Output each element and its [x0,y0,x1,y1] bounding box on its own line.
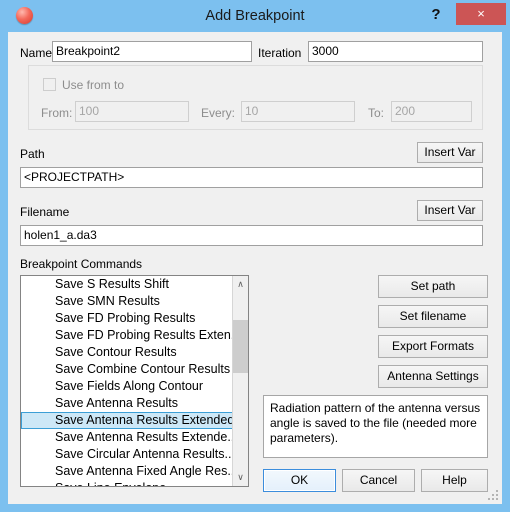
export-formats-button[interactable]: Export Formats [378,335,488,358]
filename-input[interactable]: holen1_a.da3 [20,225,483,246]
scroll-up-icon[interactable]: ∧ [233,276,248,293]
cancel-button[interactable]: Cancel [342,469,415,492]
add-breakpoint-dialog: Add Breakpoint ? × Name Breakpoint2 Iter… [0,0,510,512]
red-sphere-icon [16,7,33,24]
list-item[interactable]: Save Combine Contour Results [21,361,233,378]
title-bar[interactable]: Add Breakpoint ? × [0,0,510,32]
name-input[interactable]: Breakpoint2 [52,41,252,62]
filename-label: Filename [20,205,70,219]
use-from-to-checkbox[interactable] [43,78,56,91]
list-scrollbar[interactable]: ∧ ∨ [232,276,248,486]
scrollbar-thumb[interactable] [233,320,248,373]
from-input[interactable]: 100 [75,101,189,122]
scroll-down-icon[interactable]: ∨ [233,469,248,486]
list-item[interactable]: Save SMN Results [21,293,233,310]
list-item[interactable]: Save Antenna Results Extended [21,412,233,429]
list-item[interactable]: Save Fields Along Contour [21,378,233,395]
list-item[interactable]: Save Contour Results [21,344,233,361]
resize-grip[interactable] [488,490,499,501]
list-item[interactable]: Save Line Envelope [21,480,233,486]
use-from-to-group: Use from to From: 100 Every: 10 To: 200 [28,65,483,130]
list-item[interactable]: Save S Results Shift [21,276,233,293]
list-item[interactable]: Save FD Probing Results Exten... [21,327,233,344]
breakpoint-commands-list[interactable]: Save S Results Shift Save SMN Results Save… [20,275,249,487]
every-input[interactable]: 10 [241,101,355,122]
to-input[interactable]: 200 [391,101,472,122]
help-button[interactable]: Help [421,469,488,492]
filename-insert-var-button[interactable]: Insert Var [417,200,483,221]
iteration-input[interactable]: 3000 [308,41,483,62]
list-item[interactable]: Save Antenna Results Extende... [21,429,233,446]
breakpoint-commands-label: Breakpoint Commands [20,257,143,271]
every-label: Every: [201,106,236,120]
path-input[interactable]: <PROJECTPATH> [20,167,483,188]
list-item[interactable]: Save FD Probing Results [21,310,233,327]
use-from-to-label: Use from to [62,78,125,92]
ok-button[interactable]: OK [263,469,336,492]
list-item[interactable]: Save Circular Antenna Results... [21,446,233,463]
command-description: Radiation pattern of the antenna versus … [263,395,488,458]
titlebar-help-button[interactable]: ? [424,2,448,28]
dialog-client-area: Name Breakpoint2 Iteration 3000 Use from… [8,32,502,504]
set-path-button[interactable]: Set path [378,275,488,298]
list-item[interactable]: Save Antenna Fixed Angle Res... [21,463,233,480]
close-icon[interactable]: × [456,3,506,25]
path-insert-var-button[interactable]: Insert Var [417,142,483,163]
list-item[interactable]: Save Antenna Results [21,395,233,412]
breakpoint-commands-list-items: Save S Results Shift Save SMN Results Save… [21,276,233,486]
path-label: Path [20,147,45,161]
from-label: From: [41,106,73,120]
to-label: To: [368,106,385,120]
iteration-label: Iteration [258,46,302,60]
name-label: Name [20,46,53,60]
set-filename-button[interactable]: Set filename [378,305,488,328]
antenna-settings-button[interactable]: Antenna Settings [378,365,488,388]
